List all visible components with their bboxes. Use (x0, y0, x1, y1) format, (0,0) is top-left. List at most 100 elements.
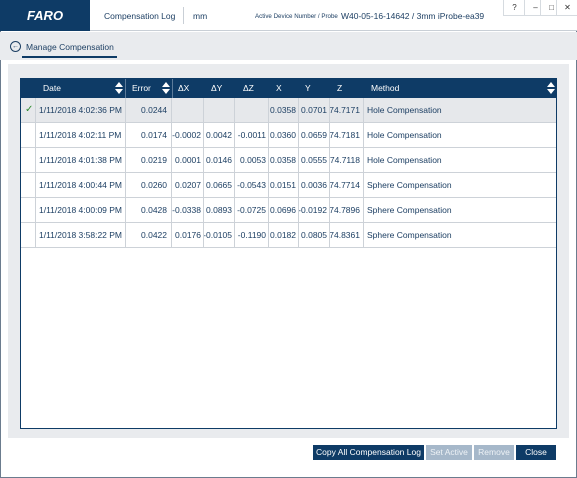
column-header-dx[interactable]: ΔX (178, 79, 189, 98)
cell-date: 1/11/2018 4:02:36 PM (39, 105, 123, 115)
cell-dy: -0.0105 (203, 230, 232, 240)
cell-z: 74.8361 (329, 230, 360, 240)
table-row[interactable]: ✓ 1/11/2018 4:02:36 PM 0.0244 0.0358 0.0701 7… (21, 98, 556, 123)
cell-z: 74.7181 (329, 130, 360, 140)
cell-z: 74.7896 (329, 205, 360, 215)
table-row[interactable]: 1/11/2018 4:00:09 PM 0.0428 -0.0338 0.0893-… (21, 198, 556, 223)
nav-underline (22, 56, 117, 58)
device-label: Active Device Number / Probe (255, 13, 338, 20)
cell-dy: 0.0893 (206, 205, 232, 215)
table-row[interactable]: 1/11/2018 4:00:44 PM 0.0260 0.0207 0.0665 -0… (21, 173, 556, 198)
cell-y: 0.0805 (301, 230, 327, 240)
cell-error: 0.0428 (141, 205, 167, 215)
checkmark-icon: ✓ (25, 104, 34, 115)
units-label: mm (193, 11, 208, 21)
column-separator (268, 98, 269, 248)
table-header: Date Error ΔX ΔY ΔZ X Y Z Method (21, 79, 556, 98)
cell-dx: 0.0001 (175, 155, 201, 165)
cell-x: 0.0696 (270, 205, 296, 215)
copy-all-compensation-log-button[interactable]: Copy All Compensation Log (313, 445, 424, 460)
faro-logo: FARO (0, 0, 90, 31)
column-header-method[interactable]: Method (371, 79, 399, 98)
cell-dz: -0.0725 (237, 205, 266, 215)
cell-z: 74.7118 (329, 155, 360, 165)
cell-date: 1/11/2018 3:58:22 PM (39, 230, 123, 240)
table-row[interactable]: 1/11/2018 4:02:11 PM 0.0174 -0.0002 0.0042-… (21, 123, 556, 148)
cell-dx (171, 98, 201, 122)
cell-dz: 0.0053 (240, 155, 266, 165)
column-separator (363, 98, 364, 248)
column-separator (125, 98, 126, 248)
cell-x: 0.0358 (270, 155, 296, 165)
cell-dy: 0.0146 (206, 155, 232, 165)
cell-dx: 0.0176 (175, 230, 201, 240)
cell-date: 1/11/2018 4:01:38 PM (39, 155, 123, 165)
device-value: W40-05-16-14642 / 3mm iProbe-ea39 (341, 11, 485, 21)
cell-y: -0.0192 (298, 205, 327, 215)
cell-error: 0.0219 (141, 155, 167, 165)
cell-method: Sphere Compensation (367, 230, 452, 240)
sort-icon (162, 82, 170, 95)
help-button[interactable]: ? (503, 0, 525, 16)
title-divider (183, 7, 184, 24)
column-separator (298, 98, 299, 248)
table-row[interactable]: 1/11/2018 3:58:22 PM 0.0422 0.0176 -0.0105-… (21, 223, 556, 248)
cell-z: 74.7714 (329, 180, 360, 190)
column-header-y[interactable]: Y (305, 79, 311, 98)
column-header-error[interactable]: Error (132, 79, 151, 98)
cell-method: Hole Compensation (367, 130, 442, 140)
cell-y: 0.0555 (301, 155, 327, 165)
cell-dx: -0.0338 (172, 205, 201, 215)
cell-date: 1/11/2018 4:00:09 PM (39, 205, 123, 215)
column-separator (35, 98, 36, 248)
cell-dz (234, 98, 266, 122)
cell-dy: 0.0665 (206, 180, 232, 190)
cell-dz: -0.1190 (237, 230, 266, 240)
back-arrow-icon[interactable]: ← (10, 41, 21, 52)
cell-method: Sphere Compensation (367, 205, 452, 215)
set-active-button[interactable]: Set Active (426, 445, 472, 460)
cell-x: 0.0151 (270, 180, 296, 190)
cell-z: 74.7171 (329, 105, 360, 115)
cell-y: 0.0701 (301, 105, 327, 115)
cell-error: 0.0422 (141, 230, 167, 240)
cell-date: 1/11/2018 4:02:11 PM (39, 130, 122, 140)
column-separator (329, 98, 330, 248)
remove-button[interactable]: Remove (474, 445, 514, 460)
cell-dy: 0.0042 (206, 130, 232, 140)
close-window-button[interactable]: ✕ (556, 0, 577, 16)
app-title: Compensation Log (104, 11, 176, 21)
cell-y: 0.0659 (301, 130, 327, 140)
cell-x: 0.0360 (270, 130, 296, 140)
column-header-dy[interactable]: ΔY (211, 79, 222, 98)
close-button[interactable]: Close (516, 445, 556, 460)
cell-dy (203, 98, 232, 122)
cell-method: Sphere Compensation (367, 180, 452, 190)
column-separator (203, 98, 204, 248)
nav-title-manage-compensation[interactable]: Manage Compensation (26, 42, 114, 52)
table-row[interactable]: 1/11/2018 4:01:38 PM 0.0219 0.0001 0.0146 0.… (21, 148, 556, 173)
column-separator (171, 98, 172, 248)
cell-dx: 0.0207 (175, 180, 201, 190)
column-separator (234, 98, 235, 248)
cell-dz: -0.0011 (237, 130, 266, 140)
column-header-x[interactable]: X (276, 79, 282, 98)
column-header-date[interactable]: Date (43, 79, 61, 98)
compensation-table: Date Error ΔX ΔY ΔZ X Y Z Method ✓ 1/11/2… (20, 78, 557, 429)
title-bar: FARO Compensation Log mm Active Device N… (0, 0, 577, 31)
cell-error: 0.0244 (141, 105, 167, 115)
cell-method: Hole Compensation (367, 155, 442, 165)
column-header-z[interactable]: Z (337, 79, 342, 98)
cell-x: 0.0182 (270, 230, 296, 240)
cell-x: 0.0358 (270, 105, 296, 115)
cell-error: 0.0174 (141, 130, 167, 140)
cell-date: 1/11/2018 4:00:44 PM (39, 180, 123, 190)
cell-error: 0.0260 (141, 180, 167, 190)
cell-method: Hole Compensation (367, 105, 442, 115)
sort-icon (547, 82, 555, 95)
column-header-dz[interactable]: ΔZ (243, 79, 254, 98)
sort-icon (115, 82, 123, 95)
cell-dz: -0.0543 (237, 180, 266, 190)
cell-dx: -0.0002 (172, 130, 201, 140)
cell-y: 0.0036 (301, 180, 327, 190)
